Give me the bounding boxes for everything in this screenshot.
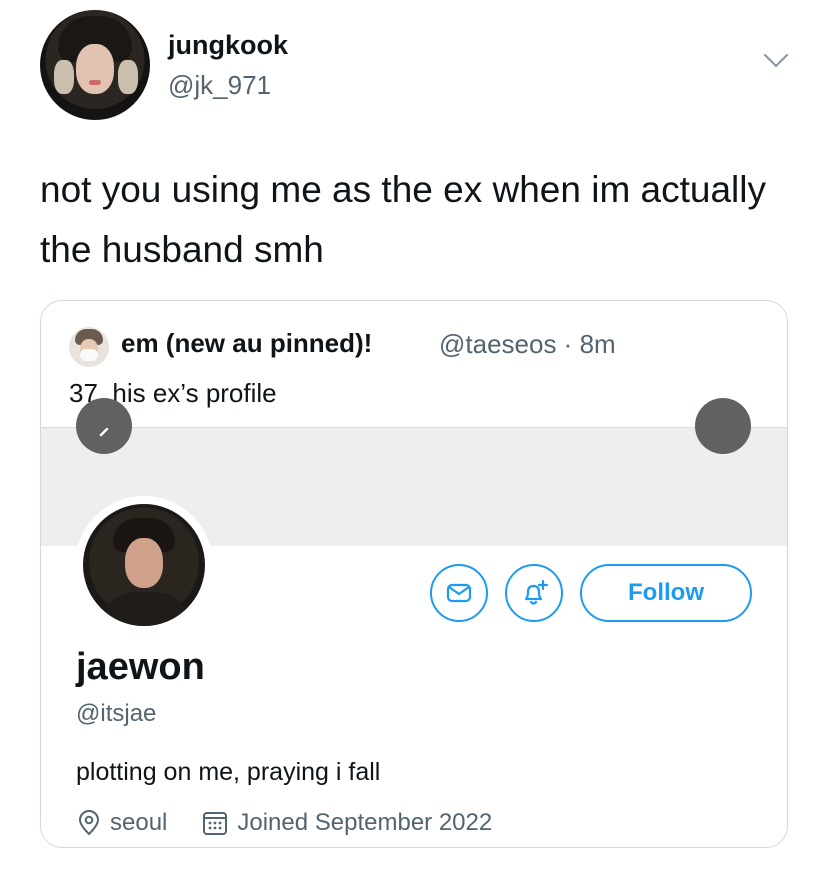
message-button xyxy=(430,564,488,622)
quoted-tweet-card[interactable]: em (new au pinned)! @taeseos · 8m 37. hi… xyxy=(40,300,788,848)
avatar-face xyxy=(125,538,163,588)
back-button xyxy=(76,398,132,454)
profile-bio: plotting on me, praying i fall xyxy=(76,758,381,786)
quoted-author-avatar xyxy=(69,327,109,367)
author-handle[interactable]: @jk_971 xyxy=(168,70,271,101)
profile-handle: @itsjae xyxy=(76,700,157,727)
mail-icon xyxy=(446,583,472,603)
quoted-author-name: em (new au pinned)! xyxy=(121,328,373,358)
follow-button: Follow xyxy=(580,564,752,622)
avatar-detail xyxy=(89,80,101,85)
back-arrow-icon xyxy=(99,428,109,437)
tweet-text: not you using me as the ex when im actua… xyxy=(40,169,766,270)
bell-plus-icon xyxy=(524,579,549,605)
avatar-photo xyxy=(83,504,205,626)
profile-meta: seoul Joined September 2022 xyxy=(76,808,492,838)
location-pin-icon xyxy=(78,810,100,836)
avatar-detail xyxy=(118,60,138,94)
author-display-name[interactable]: jungkook xyxy=(168,30,288,61)
avatar-face xyxy=(76,44,114,94)
profile-avatar xyxy=(75,496,213,634)
avatar-detail xyxy=(80,349,98,361)
calendar-icon xyxy=(203,812,228,835)
profile-screenshot: Follow jaewon @itsjae plotting on me, pr… xyxy=(41,398,787,847)
avatar-detail xyxy=(54,60,74,94)
quoted-author-handle: @taeseos · 8m xyxy=(439,329,616,359)
chevron-down-icon[interactable] xyxy=(763,53,789,69)
more-button xyxy=(695,398,751,454)
notifications-button xyxy=(505,564,563,622)
author-avatar[interactable] xyxy=(40,10,150,120)
profile-joined-date: Joined September 2022 xyxy=(237,809,493,836)
avatar-detail xyxy=(97,592,193,626)
profile-name: jaewon xyxy=(76,646,205,688)
profile-location: seoul xyxy=(110,809,168,836)
